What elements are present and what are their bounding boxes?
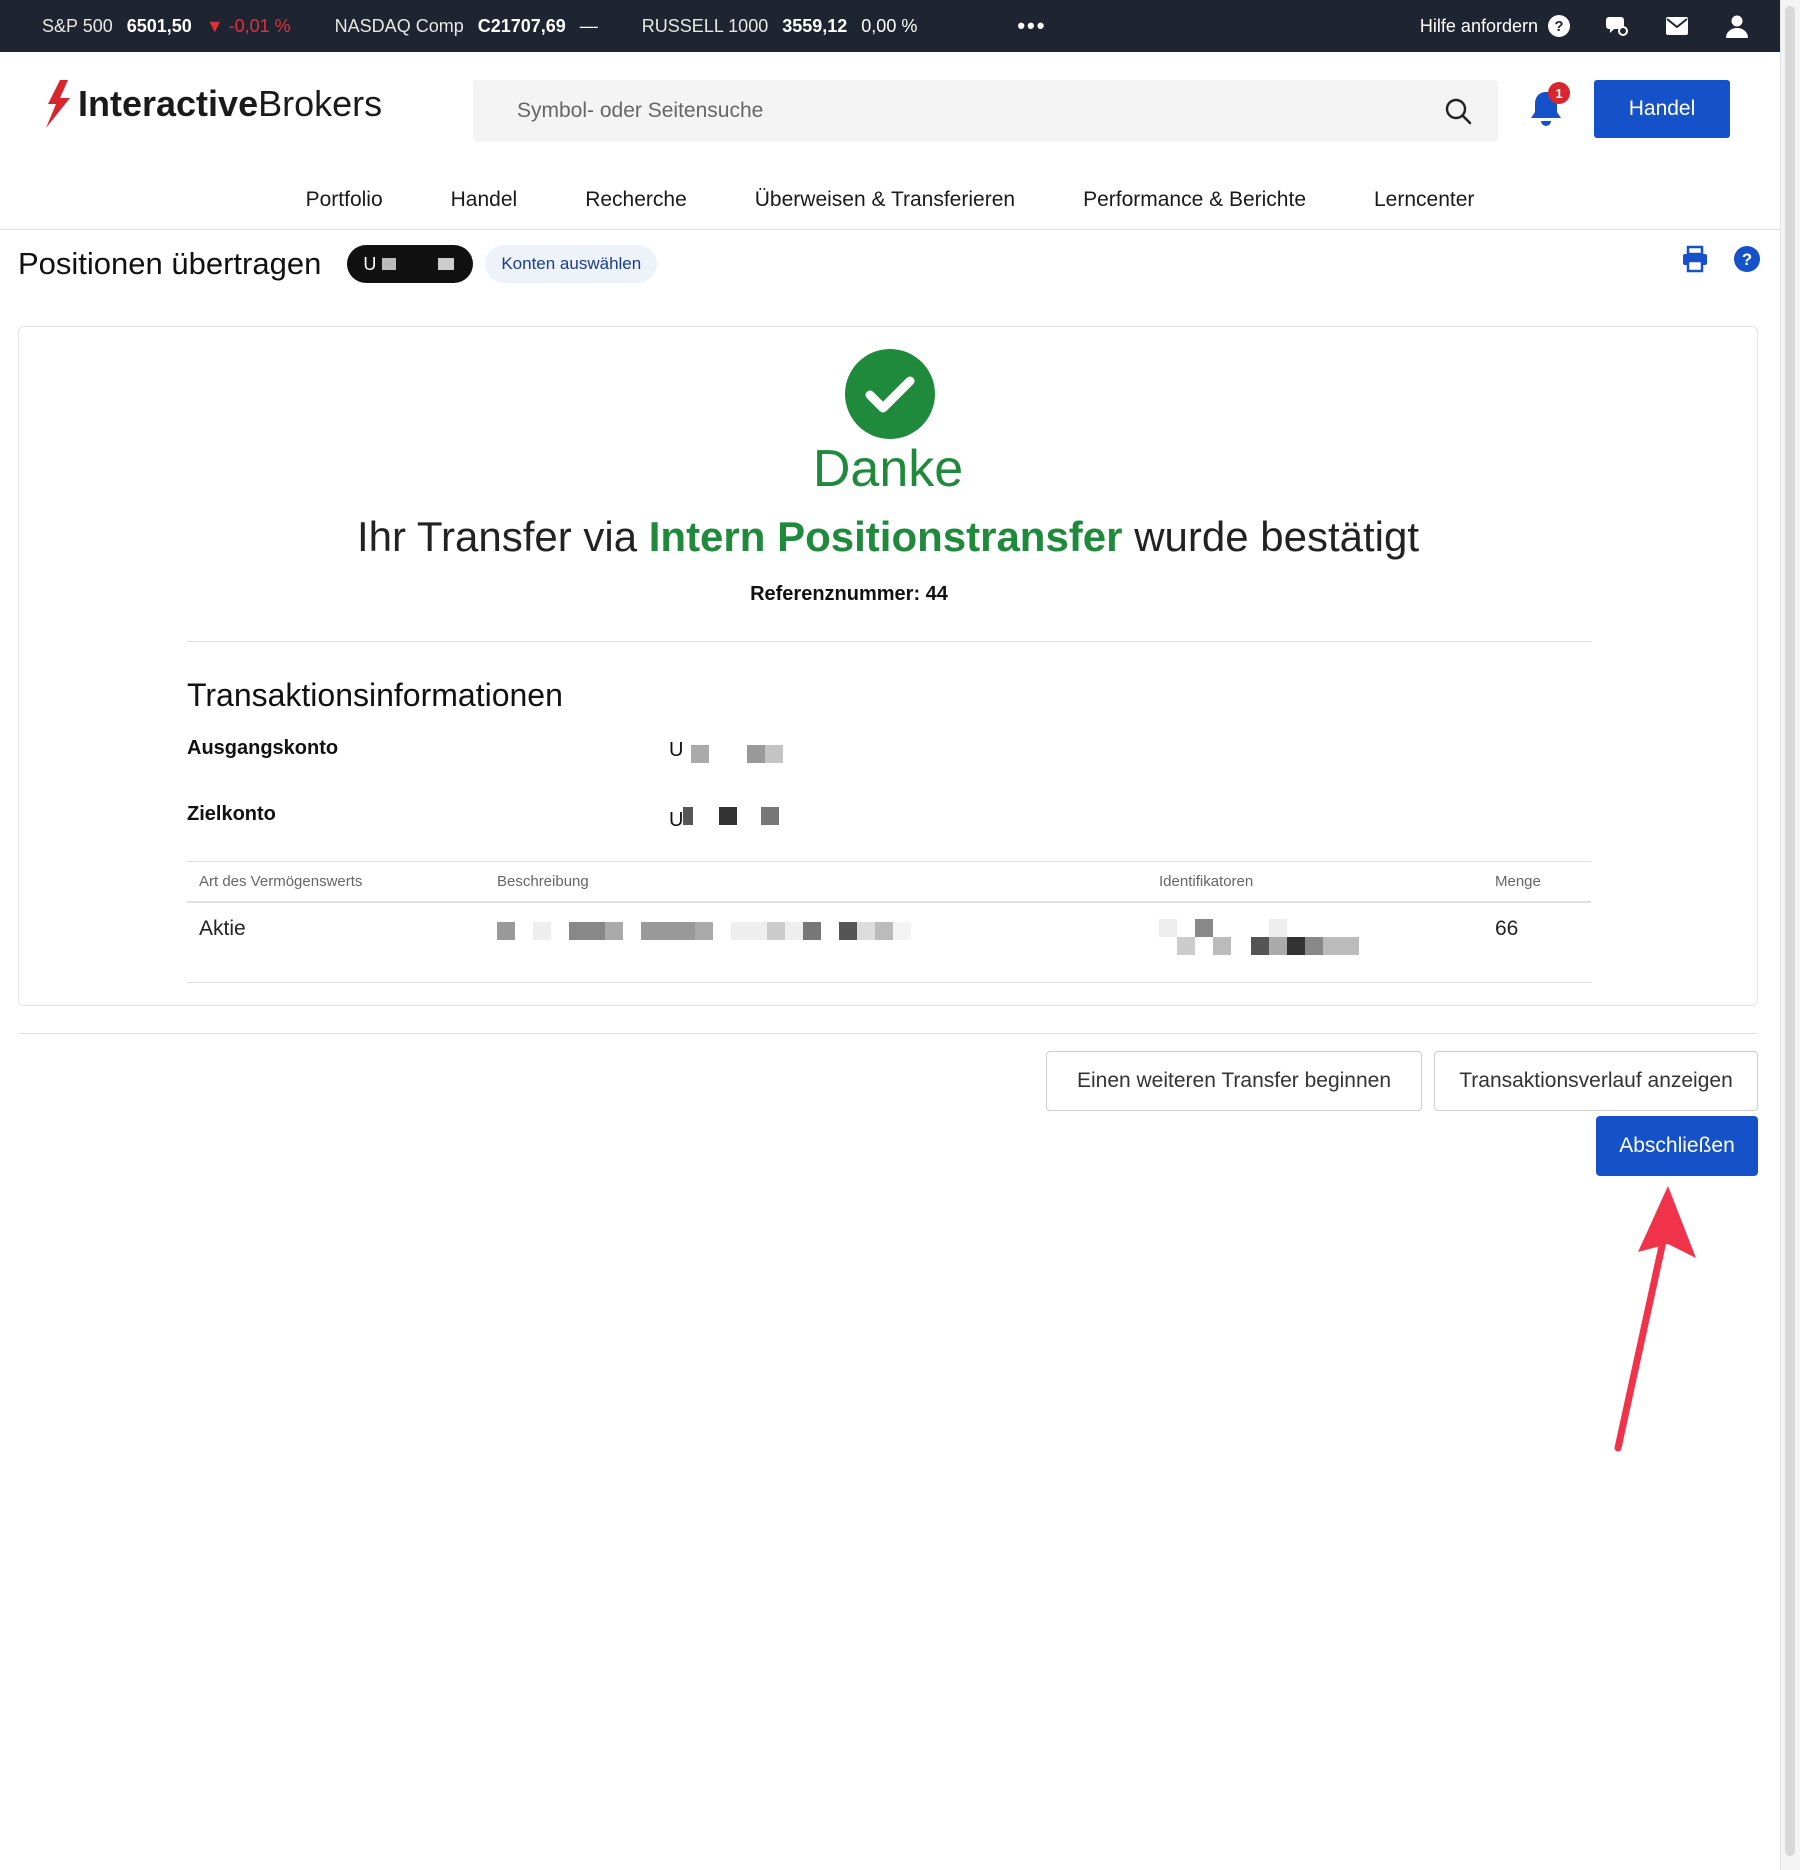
account-prefix: U (363, 253, 377, 274)
source-account-label: Ausgangskonto (187, 737, 339, 759)
redacted-identifiers (1159, 919, 1483, 959)
help-circle-icon[interactable]: ? (1732, 244, 1762, 274)
chat-icon[interactable] (1604, 13, 1630, 39)
question-icon: ? (1548, 15, 1570, 37)
footer-divider (18, 1033, 1758, 1034)
page-scrollbar[interactable] (1780, 0, 1800, 1870)
search-bar (473, 80, 1498, 142)
confirmation-message: Ihr Transfer via Intern Positionstransfe… (19, 513, 1757, 561)
success-check-icon (845, 349, 935, 439)
target-account-prefix: U (669, 809, 684, 831)
nav-item-portfolio[interactable]: Portfolio (306, 188, 383, 212)
transfer-method: Intern Positionstransfer (648, 513, 1123, 560)
thank-you-heading: Danke (812, 440, 964, 498)
trade-button[interactable]: Handel (1594, 80, 1730, 138)
reference-number-text: Referenznummer: 44 (750, 583, 948, 605)
ticker-change: 0,00 % (861, 15, 918, 36)
search-icon[interactable] (1444, 97, 1472, 125)
redacted-account (382, 258, 397, 270)
view-transaction-history-button[interactable]: Transaktionsverlauf anzeigen (1434, 1051, 1758, 1111)
column-header-asset-type: Art des Vermögenswerts (199, 873, 363, 890)
ticker-nasdaq[interactable]: NASDAQ Comp C21707,69 — (335, 16, 598, 37)
nav-item-recherche[interactable]: Recherche (585, 188, 687, 212)
target-account-value: U (669, 799, 780, 832)
nav-item-transfer[interactable]: Überweisen & Transferieren (755, 188, 1015, 212)
ticker-more-button[interactable]: ••• (1017, 13, 1046, 39)
main-header: InteractiveBrokers 1 Handel Portfolio Ha… (0, 52, 1780, 230)
ticker-value: 3559,12 (782, 15, 848, 36)
help-button[interactable]: Hilfe anfordern ? (1420, 15, 1570, 37)
user-icon[interactable] (1724, 13, 1750, 39)
divider (187, 641, 1591, 642)
annotation-arrow-icon (1614, 1186, 1696, 1452)
ticker-change: — (579, 15, 598, 36)
ticker-value: 6501,50 (126, 15, 192, 36)
reference-number: Referenznummer: 44 (19, 583, 1757, 606)
ticker-name: S&P 500 (42, 15, 113, 36)
ticker-sp500[interactable]: S&P 500 6501,50 ▼ -0,01 % (42, 16, 291, 37)
confirmation-card: Danke Ihr Transfer via Intern Positionst… (18, 326, 1758, 1006)
market-ticker-bar: S&P 500 6501,50 ▼ -0,01 % NASDAQ Comp C2… (0, 0, 1780, 52)
table-header: Art des Vermögenswerts Beschreibung Iden… (187, 861, 1591, 903)
nav-item-handel[interactable]: Handel (451, 188, 518, 212)
main-nav: Portfolio Handel Recherche Überweisen & … (0, 172, 1780, 228)
positions-table: Art des Vermögenswerts Beschreibung Iden… (187, 861, 1591, 983)
page-title: Positionen übertragen (18, 246, 322, 281)
cell-identifiers-redacted (1147, 917, 1483, 959)
logo-text: InteractiveBrokers (78, 83, 383, 124)
redacted-account (691, 745, 710, 763)
ticker-russell[interactable]: RUSSELL 1000 3559,12 0,00 % (642, 16, 918, 37)
logo-mark-icon (46, 80, 70, 128)
confirmation-text-before: Ihr Transfer via (356, 513, 638, 560)
transaction-info-title: Transaktionsinformationen (187, 677, 563, 713)
redacted-description (497, 919, 1147, 943)
scrollbar-thumb[interactable] (1785, 6, 1795, 1856)
column-header-identifiers: Identifikatoren (1159, 873, 1254, 890)
redacted-account (438, 258, 455, 270)
mail-icon[interactable] (1664, 13, 1690, 39)
select-accounts-button[interactable]: Konten auswählen (485, 245, 658, 283)
ticker-name: NASDAQ Comp (334, 15, 464, 36)
page-head-actions: ? (1680, 244, 1762, 274)
cell-asset-type: Aktie (199, 917, 246, 940)
column-header-description: Beschreibung (497, 873, 589, 890)
ticker-value: C21707,69 (477, 15, 566, 36)
logo[interactable]: InteractiveBrokers (42, 80, 382, 128)
start-another-transfer-button[interactable]: Einen weiteren Transfer beginnen (1046, 1051, 1422, 1111)
source-account-value: U (669, 737, 784, 763)
notification-badge: 1 (1548, 82, 1570, 104)
nav-item-lerncenter[interactable]: Lerncenter (1374, 188, 1474, 212)
finish-button[interactable]: Abschließen (1596, 1116, 1758, 1176)
cell-description-redacted (485, 917, 1147, 943)
redacted-account (719, 806, 738, 825)
source-account-prefix: U (669, 738, 684, 761)
page-head: Positionen übertragen U Konten auswählen… (18, 244, 1762, 284)
target-account-label: Zielkonto (187, 803, 276, 825)
cell-quantity: 66 (1495, 917, 1519, 940)
table-row: Aktie 66 (187, 903, 1591, 983)
svg-text:?: ? (1742, 250, 1752, 269)
redacted-account (683, 806, 694, 825)
ticker-actions: Hilfe anfordern ? (1420, 0, 1750, 52)
ticker-name: RUSSELL 1000 (641, 15, 769, 36)
help-label: Hilfe anfordern (1419, 15, 1538, 36)
ticker-change: ▼ -0,01 % (205, 15, 291, 36)
search-input[interactable] (517, 99, 1397, 123)
account-pill[interactable]: U (347, 245, 474, 283)
nav-item-performance[interactable]: Performance & Berichte (1083, 188, 1306, 212)
redacted-account (761, 806, 780, 825)
confirmation-text-after: wurde bestätigt (1134, 513, 1420, 560)
column-header-quantity: Menge (1495, 873, 1541, 890)
redacted-account (747, 745, 784, 763)
print-icon[interactable] (1680, 244, 1710, 274)
